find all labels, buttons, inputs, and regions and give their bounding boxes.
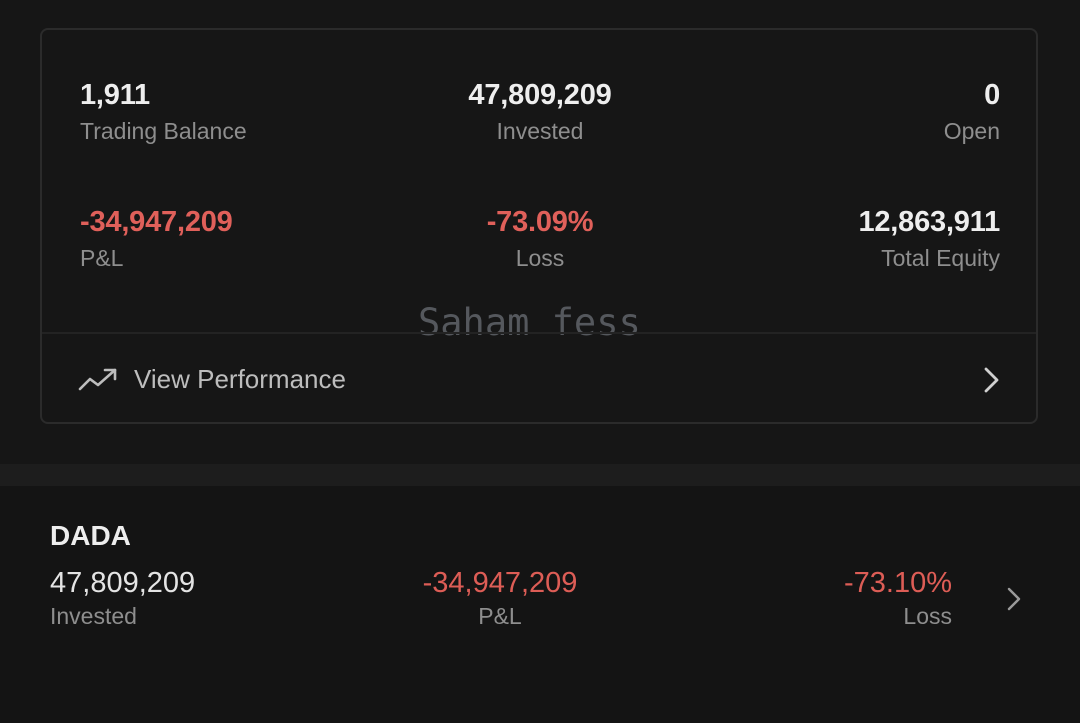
holding-loss-value: -73.10% — [843, 567, 952, 599]
open-label: Open — [943, 118, 1000, 144]
loss-value: -73.09% — [486, 206, 594, 238]
open-value: 0 — [984, 79, 1000, 111]
watermark-text: Saham fess — [418, 301, 641, 336]
holding-ticker: DADA — [50, 520, 131, 551]
holding-invested-label: Invested — [50, 603, 137, 629]
trading-balance-stat: 1,911 Trading Balance — [80, 78, 380, 146]
open-stat: 0 Open — [700, 78, 1000, 146]
holding-row-dada[interactable]: DADA 47,809,209 Invested -34,947,209 P&L… — [0, 486, 1080, 723]
total-equity-value: 12,863,911 — [858, 206, 1000, 238]
loss-label: Loss — [515, 245, 565, 271]
total-equity-stat: 12,863,911 Total Equity — [700, 205, 1000, 273]
chevron-right-icon — [1007, 587, 1021, 611]
trading-balance-label: Trading Balance — [80, 118, 247, 144]
trend-up-icon — [78, 368, 117, 391]
pnl-value: -34,947,209 — [80, 206, 233, 238]
holding-pnl-label: P&L — [478, 603, 522, 629]
holding-loss-label: Loss — [903, 603, 952, 629]
holding-pnl-value: -34,947,209 — [422, 567, 578, 599]
portfolio-summary-card: 1,911 Trading Balance 47,809,209 Investe… — [40, 28, 1038, 424]
holding-pnl-stat: -34,947,209 P&L — [350, 566, 650, 631]
pnl-stat: -34,947,209 P&L — [80, 205, 380, 273]
holding-invested-stat: 47,809,209 Invested — [50, 566, 350, 631]
invested-stat: 47,809,209 Invested — [390, 78, 690, 146]
view-performance-button[interactable]: View Performance — [42, 334, 1036, 424]
loss-stat: -73.09% Loss — [390, 205, 690, 273]
total-equity-label: Total Equity — [881, 245, 1000, 271]
trading-balance-value: 1,911 — [80, 79, 150, 111]
holding-loss-stat: -73.10% Loss — [652, 566, 952, 631]
chevron-right-icon — [984, 367, 999, 393]
view-performance-label: View Performance — [134, 364, 346, 394]
invested-value: 47,809,209 — [468, 79, 612, 111]
pnl-label: P&L — [80, 245, 124, 271]
invested-label: Invested — [496, 118, 584, 144]
section-separator — [0, 464, 1080, 486]
holding-invested-value: 47,809,209 — [50, 567, 196, 599]
